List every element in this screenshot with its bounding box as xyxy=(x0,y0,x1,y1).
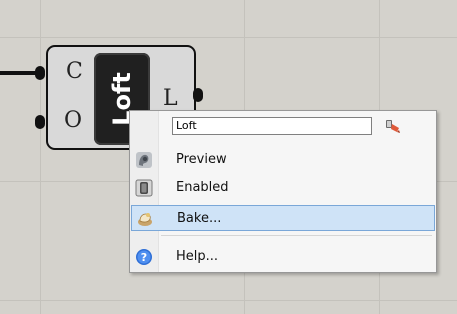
canvas-gridline xyxy=(0,300,457,301)
menu-item-preview[interactable]: Preview xyxy=(131,147,435,173)
output-grip-l[interactable] xyxy=(193,88,203,102)
help-icon: ? xyxy=(136,249,152,265)
input-label-c: C xyxy=(66,59,83,84)
menu-item-label: Preview xyxy=(176,152,227,167)
menu-item-help[interactable]: ? Help... xyxy=(131,244,435,270)
menu-item-label: Help... xyxy=(176,249,219,264)
rename-icon[interactable] xyxy=(384,118,402,134)
preview-icon xyxy=(136,152,152,168)
input-wire[interactable] xyxy=(0,71,40,75)
menu-item-enabled[interactable]: Enabled xyxy=(131,175,435,201)
canvas-gridline xyxy=(40,0,41,314)
input-label-o: O xyxy=(64,108,83,133)
component-name-field[interactable]: Loft xyxy=(172,117,372,135)
menu-item-label: Bake... xyxy=(177,211,222,226)
input-grip-c[interactable] xyxy=(35,66,45,80)
menu-item-bake[interactable]: Bake... xyxy=(131,205,435,231)
context-menu: Loft Preview Enabled Bake... ? Help... xyxy=(129,110,437,273)
svg-text:?: ? xyxy=(141,251,147,264)
menu-item-label: Enabled xyxy=(176,180,229,195)
canvas-gridline xyxy=(0,37,457,38)
input-grip-o[interactable] xyxy=(35,115,45,129)
enabled-icon xyxy=(135,179,153,197)
menu-separator xyxy=(161,235,432,236)
bake-icon xyxy=(138,213,152,226)
output-label-l: L xyxy=(163,86,178,111)
